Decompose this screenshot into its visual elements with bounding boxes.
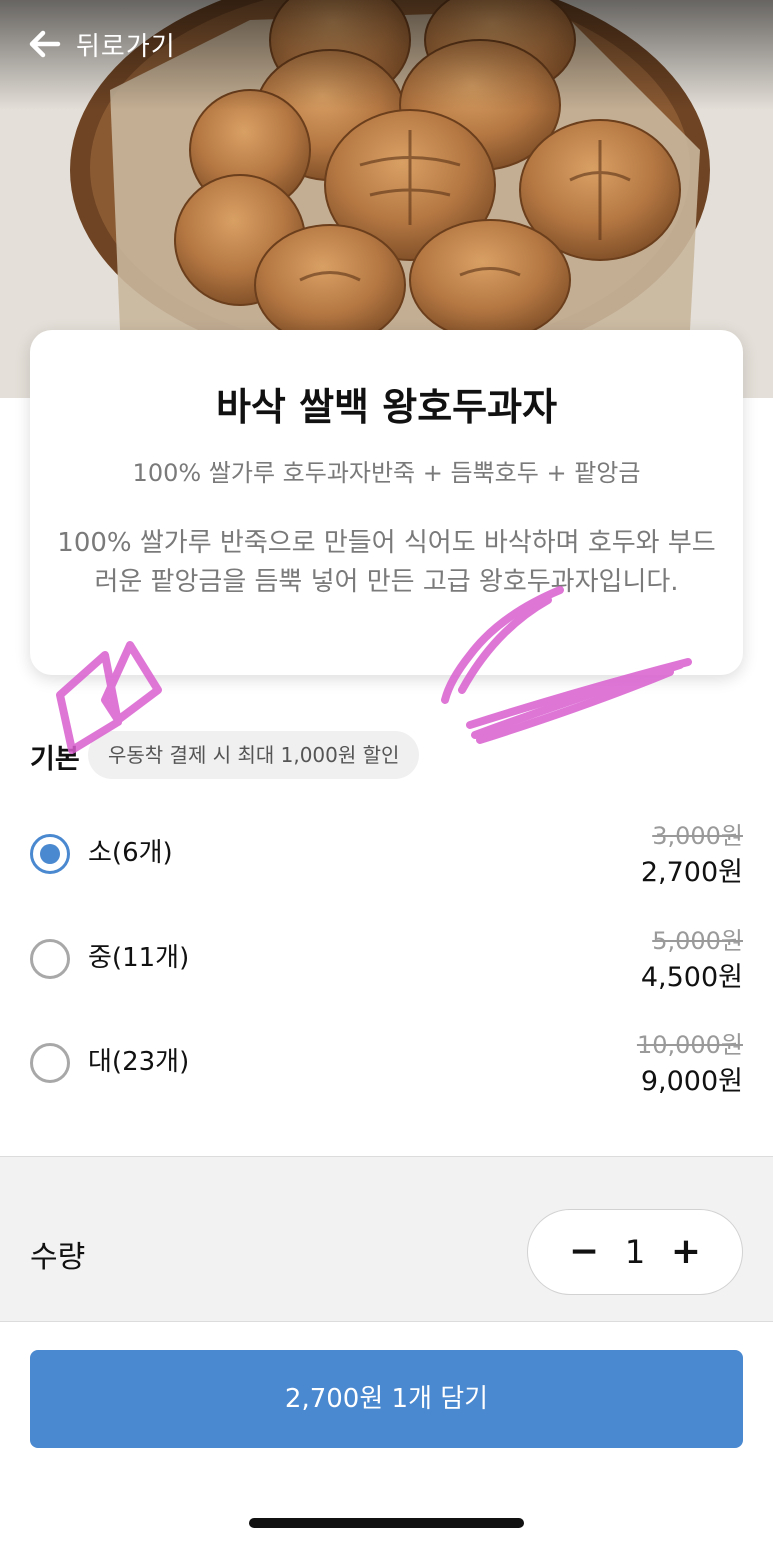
- option-section-label: 기본: [30, 744, 80, 775]
- option-price: 2,700원: [640, 857, 743, 888]
- add-to-cart-button[interactable]: 2,700원 1개 담기: [30, 1350, 743, 1448]
- option-name: 소(6개): [88, 838, 173, 868]
- option-name: 중(11개): [88, 943, 190, 973]
- option-price: 9,000원: [640, 1066, 743, 1097]
- option-medium[interactable]: 중(11개) 5,000원 4,500원: [30, 921, 743, 1001]
- back-button[interactable]: 뒤로가기: [28, 22, 176, 66]
- option-price: 4,500원: [640, 962, 743, 993]
- arrow-left-icon: [29, 30, 61, 58]
- option-large[interactable]: 대(23개) 10,000원 9,000원: [30, 1025, 743, 1105]
- product-info-card: 바삭 쌀백 왕호두과자 100% 쌀가루 호두과자반죽 + 듬뿍호두 + 팥앙금…: [30, 330, 743, 675]
- home-indicator: [249, 1518, 524, 1528]
- option-name: 대(23개): [88, 1047, 190, 1077]
- option-original-price: 5,000원: [652, 927, 743, 955]
- quantity-section: 수량 − 1 +: [0, 1156, 773, 1322]
- radio-unchecked-icon[interactable]: [30, 1043, 70, 1083]
- option-small[interactable]: 소(6개) 3,000원 2,700원: [30, 816, 743, 896]
- option-original-price: 10,000원: [636, 1031, 743, 1059]
- discount-badge: 우동착 결제 시 최대 1,000원 할인: [88, 731, 420, 779]
- option-original-price: 3,000원: [652, 822, 743, 850]
- quantity-label: 수량: [30, 1240, 86, 1275]
- back-label: 뒤로가기: [76, 31, 176, 62]
- product-description: 100% 쌀가루 반죽으로 만들어 식어도 바삭하며 호두와 부드러운 팥앙금을…: [57, 528, 716, 597]
- product-title: 바삭 쌀백 왕호두과자: [215, 385, 558, 429]
- increase-button[interactable]: +: [656, 1220, 716, 1284]
- product-subtitle: 100% 쌀가루 호두과자반죽 + 듬뿍호두 + 팥앙금: [132, 459, 641, 487]
- radio-unchecked-icon[interactable]: [30, 939, 70, 979]
- quantity-stepper: − 1 +: [527, 1209, 743, 1295]
- radio-checked-icon[interactable]: [30, 834, 70, 874]
